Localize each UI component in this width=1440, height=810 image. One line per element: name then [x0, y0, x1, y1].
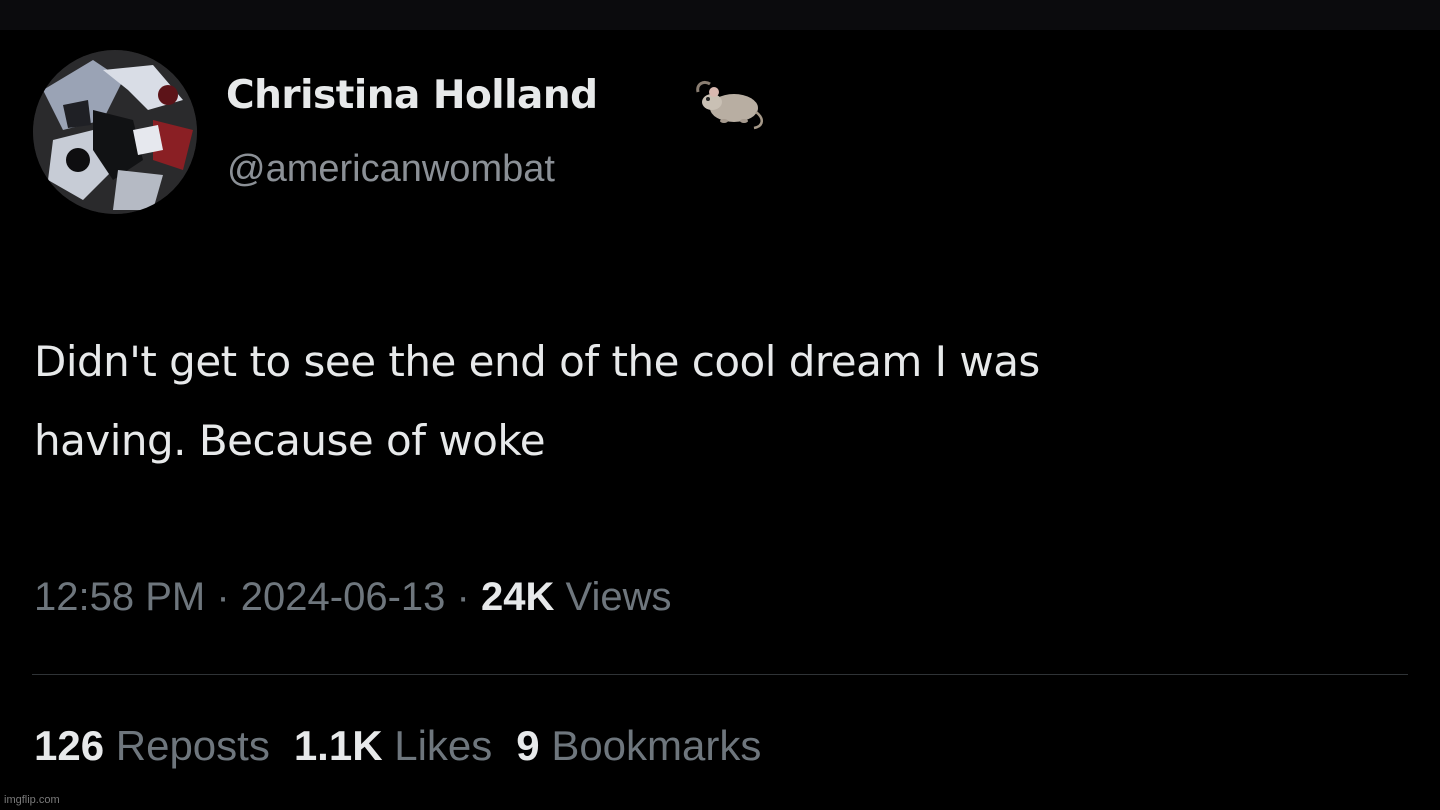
tweet-text-line: having. Because of woke: [34, 416, 546, 465]
tweet-text: Didn't get to see the end of the cool dr…: [34, 322, 1414, 480]
reposts-stat[interactable]: 126 Reposts: [34, 722, 270, 769]
display-name[interactable]: Christina Holland: [226, 73, 598, 118]
avatar[interactable]: [33, 50, 197, 214]
meta-separator: ·: [216, 575, 230, 619]
views-count: 24K: [480, 575, 555, 619]
likes-label: Likes: [394, 722, 493, 769]
divider: [32, 674, 1408, 675]
likes-stat[interactable]: 1.1K Likes: [294, 722, 492, 769]
watermark: imgflip.com: [4, 794, 60, 806]
post-date[interactable]: 2024-06-13: [241, 575, 446, 619]
likes-count: 1.1K: [293, 722, 383, 769]
tweet-card: Christina Holland @americanwombat Didn't…: [0, 30, 1440, 796]
views-label: Views: [565, 575, 672, 619]
engagement-stats: 126 Reposts 1.1K Likes 9 Bookmarks: [34, 722, 761, 770]
post-time[interactable]: 12:58 PM: [34, 575, 205, 619]
tweet-text-line: Didn't get to see the end of the cool dr…: [34, 337, 1040, 386]
reposts-count: 126: [34, 722, 105, 769]
user-handle[interactable]: @americanwombat: [227, 148, 555, 191]
tweet-meta: 12:58 PM · 2024-06-13 · 24K Views: [34, 575, 671, 620]
rat-icon: [696, 80, 763, 130]
bookmarks-count: 9: [516, 722, 540, 769]
meta-separator: ·: [456, 575, 470, 619]
bookmarks-stat[interactable]: 9 Bookmarks: [516, 722, 761, 769]
avatar-image: [33, 50, 197, 214]
top-border: [0, 0, 1440, 30]
bookmarks-label: Bookmarks: [551, 722, 762, 769]
reposts-label: Reposts: [115, 722, 270, 769]
